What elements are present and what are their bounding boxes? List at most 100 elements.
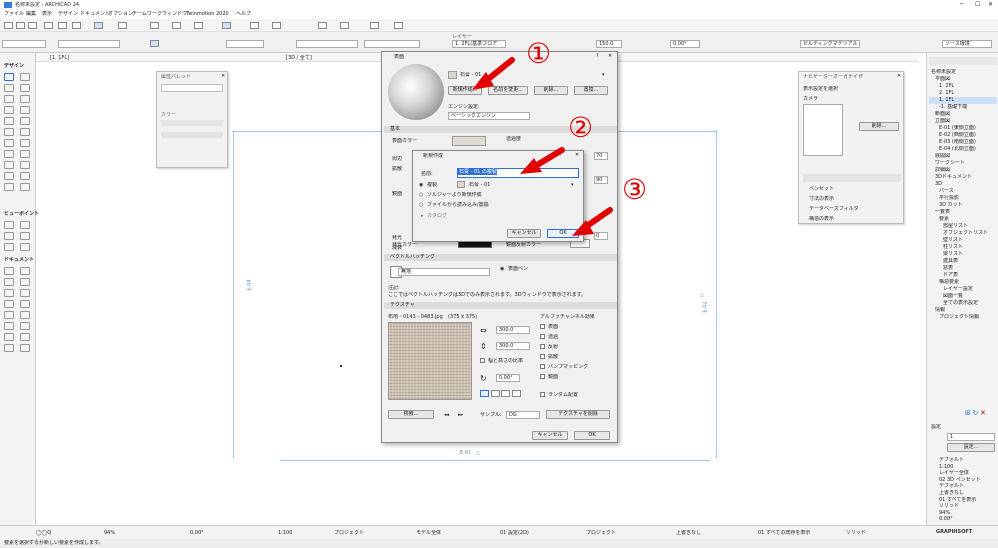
pen-option-radio[interactable]: ◉ [500, 266, 504, 272]
settings-field[interactable]: 1 [947, 433, 995, 441]
alpha-surface-checkbox[interactable] [540, 324, 545, 329]
menu-design[interactable]: デザイン [58, 11, 78, 17]
menu-help[interactable]: ヘルプ [236, 11, 251, 17]
menu-file[interactable]: ファイル [4, 11, 24, 17]
texture-angle-field[interactable]: 0.00° [496, 374, 520, 382]
settings-property-item[interactable]: デフォルト [929, 457, 997, 464]
new-dialog-close-icon[interactable]: ✕ [575, 152, 579, 158]
detail-tool-icon[interactable] [4, 243, 14, 251]
rectangle-select-icon[interactable] [150, 22, 159, 29]
text-tool-icon[interactable] [4, 278, 14, 286]
vector-hatch-select[interactable]: 無地 [398, 268, 490, 276]
surface-ok-button[interactable]: OK [574, 431, 610, 440]
elevation-marker-right[interactable]: E-02 [703, 301, 709, 312]
wall-end-tool-icon[interactable] [20, 183, 30, 191]
pencil-icon[interactable] [44, 22, 53, 29]
level-dimension-tool-icon[interactable] [20, 267, 30, 275]
surface-dropdown-icon[interactable]: ▾ [602, 72, 605, 78]
navigator-item[interactable]: 1. 2FL [929, 83, 997, 90]
section-texture[interactable]: テクスチャ [384, 302, 617, 309]
library-toggle-icon[interactable]: ▸ [421, 213, 424, 219]
layer-selector[interactable]: 1. 2FL(基準フロア [452, 40, 506, 48]
navigator-item[interactable]: 名称未設定 [929, 69, 997, 76]
navigator-item[interactable]: 3D [929, 181, 997, 188]
shell-tool-icon[interactable] [20, 117, 30, 125]
texture-alignment-icons[interactable] [480, 390, 530, 399]
section-icon[interactable] [318, 22, 327, 29]
minimize-icon[interactable]: ─ [960, 1, 964, 8]
skylight-tool-icon[interactable] [4, 172, 14, 180]
navigator-item[interactable]: 構造要素 [929, 279, 997, 286]
navigator-item[interactable]: E-02 (西側立面) [929, 132, 997, 139]
open-file-icon[interactable] [16, 22, 25, 29]
door-tool-icon[interactable] [20, 84, 30, 92]
column-tool-icon[interactable] [20, 95, 30, 103]
engine-select[interactable]: ベーシックエンジン [448, 112, 530, 120]
arrow-tool-icon[interactable] [4, 73, 14, 81]
navigator-action-icons[interactable]: ⊞ ↻ ✕ [965, 409, 995, 417]
source-selector[interactable]: ソース環境 [942, 40, 992, 48]
navigator-item[interactable]: 図面一覧 [929, 293, 997, 300]
layer-combo-value[interactable]: 01 設定(2D) [500, 530, 529, 536]
menu-twinmotion[interactable]: Twinmotion 2020 [186, 11, 229, 17]
navigator-item[interactable]: 梁リスト [929, 251, 997, 258]
alpha-bump-checkbox[interactable] [540, 364, 545, 369]
override-value[interactable]: 上書きなし [676, 530, 701, 536]
navigator-item[interactable]: 全ての表示設定 [929, 300, 997, 307]
align-icon-2[interactable] [490, 390, 500, 397]
property-palette-field[interactable] [161, 84, 223, 92]
navigator-item[interactable]: 柱リスト [929, 244, 997, 251]
angle-field[interactable]: 150.0 [596, 40, 622, 48]
settings-property-item[interactable]: レイヤー全体 [929, 470, 997, 477]
magic-wand-icon[interactable] [94, 22, 103, 29]
alpha-reflect-checkbox[interactable] [540, 344, 545, 349]
align-icon-4[interactable] [511, 390, 521, 397]
change-tool-icon[interactable] [20, 243, 30, 251]
settings-property-item[interactable]: ソリッド [929, 503, 997, 510]
new-from-radio[interactable]: ○ [419, 192, 423, 198]
surface-cancel-button[interactable]: キャンセル [532, 431, 568, 440]
save-icon[interactable] [28, 22, 37, 29]
new-file-icon[interactable] [4, 22, 13, 29]
surface-delete-button[interactable]: 削除... [534, 86, 568, 95]
clone-view-icon[interactable]: ↻ [972, 409, 978, 417]
worksheet-tool-icon[interactable] [20, 232, 30, 240]
section-vector[interactable]: ベクトルハッチング [384, 254, 617, 261]
duplicate-radio[interactable]: ◉ [419, 182, 423, 188]
navigator-item[interactable]: ワークシート [929, 160, 997, 167]
menu-window[interactable]: ウィンドウ [162, 11, 187, 17]
organizer-section-4[interactable]: 構造の表示 [809, 216, 834, 222]
model-view-value[interactable]: モデル全体 [416, 530, 441, 536]
navigator-item[interactable]: 断面図 [929, 111, 997, 118]
fill-selector[interactable] [364, 40, 420, 48]
surface-rename-button[interactable]: 名前を変更... [488, 86, 528, 95]
rotation-field[interactable]: 0.00° [670, 40, 700, 48]
pen-selector[interactable] [58, 40, 120, 48]
grid-element-tool-icon[interactable] [20, 333, 30, 341]
property-slider-1[interactable] [161, 120, 223, 126]
view-mode-value[interactable]: ソリッド [846, 530, 866, 536]
layer-icon[interactable] [194, 22, 203, 29]
organizer-list[interactable] [803, 104, 843, 156]
geometry-method-icon[interactable] [150, 40, 159, 47]
texture-prev-icon[interactable]: ◂◂ [444, 412, 449, 418]
property-icon-row[interactable] [171, 154, 215, 161]
redo-icon[interactable] [72, 22, 81, 29]
settings-property-item[interactable]: 94% [929, 510, 997, 517]
menu-document[interactable]: ドキュメント [80, 11, 110, 17]
navigator-item[interactable]: 要素 [929, 216, 997, 223]
organizer-delete-button[interactable]: 削除... [859, 122, 899, 131]
menu-edit[interactable]: 編集 [26, 11, 36, 17]
new-dialog-ok-button[interactable]: OK [547, 229, 579, 238]
zoom-value[interactable]: 94% [104, 530, 115, 536]
align-icon-3[interactable] [501, 390, 511, 397]
angle-value[interactable]: 0.00° [190, 530, 204, 536]
undo-icon[interactable] [58, 22, 67, 29]
navigator-item[interactable]: 平行投影 [929, 195, 997, 202]
value-70-field[interactable]: 70 [594, 152, 608, 160]
arc-tool-icon[interactable] [4, 300, 14, 308]
property-palette-close-icon[interactable]: ✕ [221, 73, 225, 79]
window-tool-icon[interactable] [4, 95, 14, 103]
settings-property-item[interactable]: 02 3D ペンセット [929, 477, 997, 484]
alpha-specular-checkbox[interactable] [540, 374, 545, 379]
